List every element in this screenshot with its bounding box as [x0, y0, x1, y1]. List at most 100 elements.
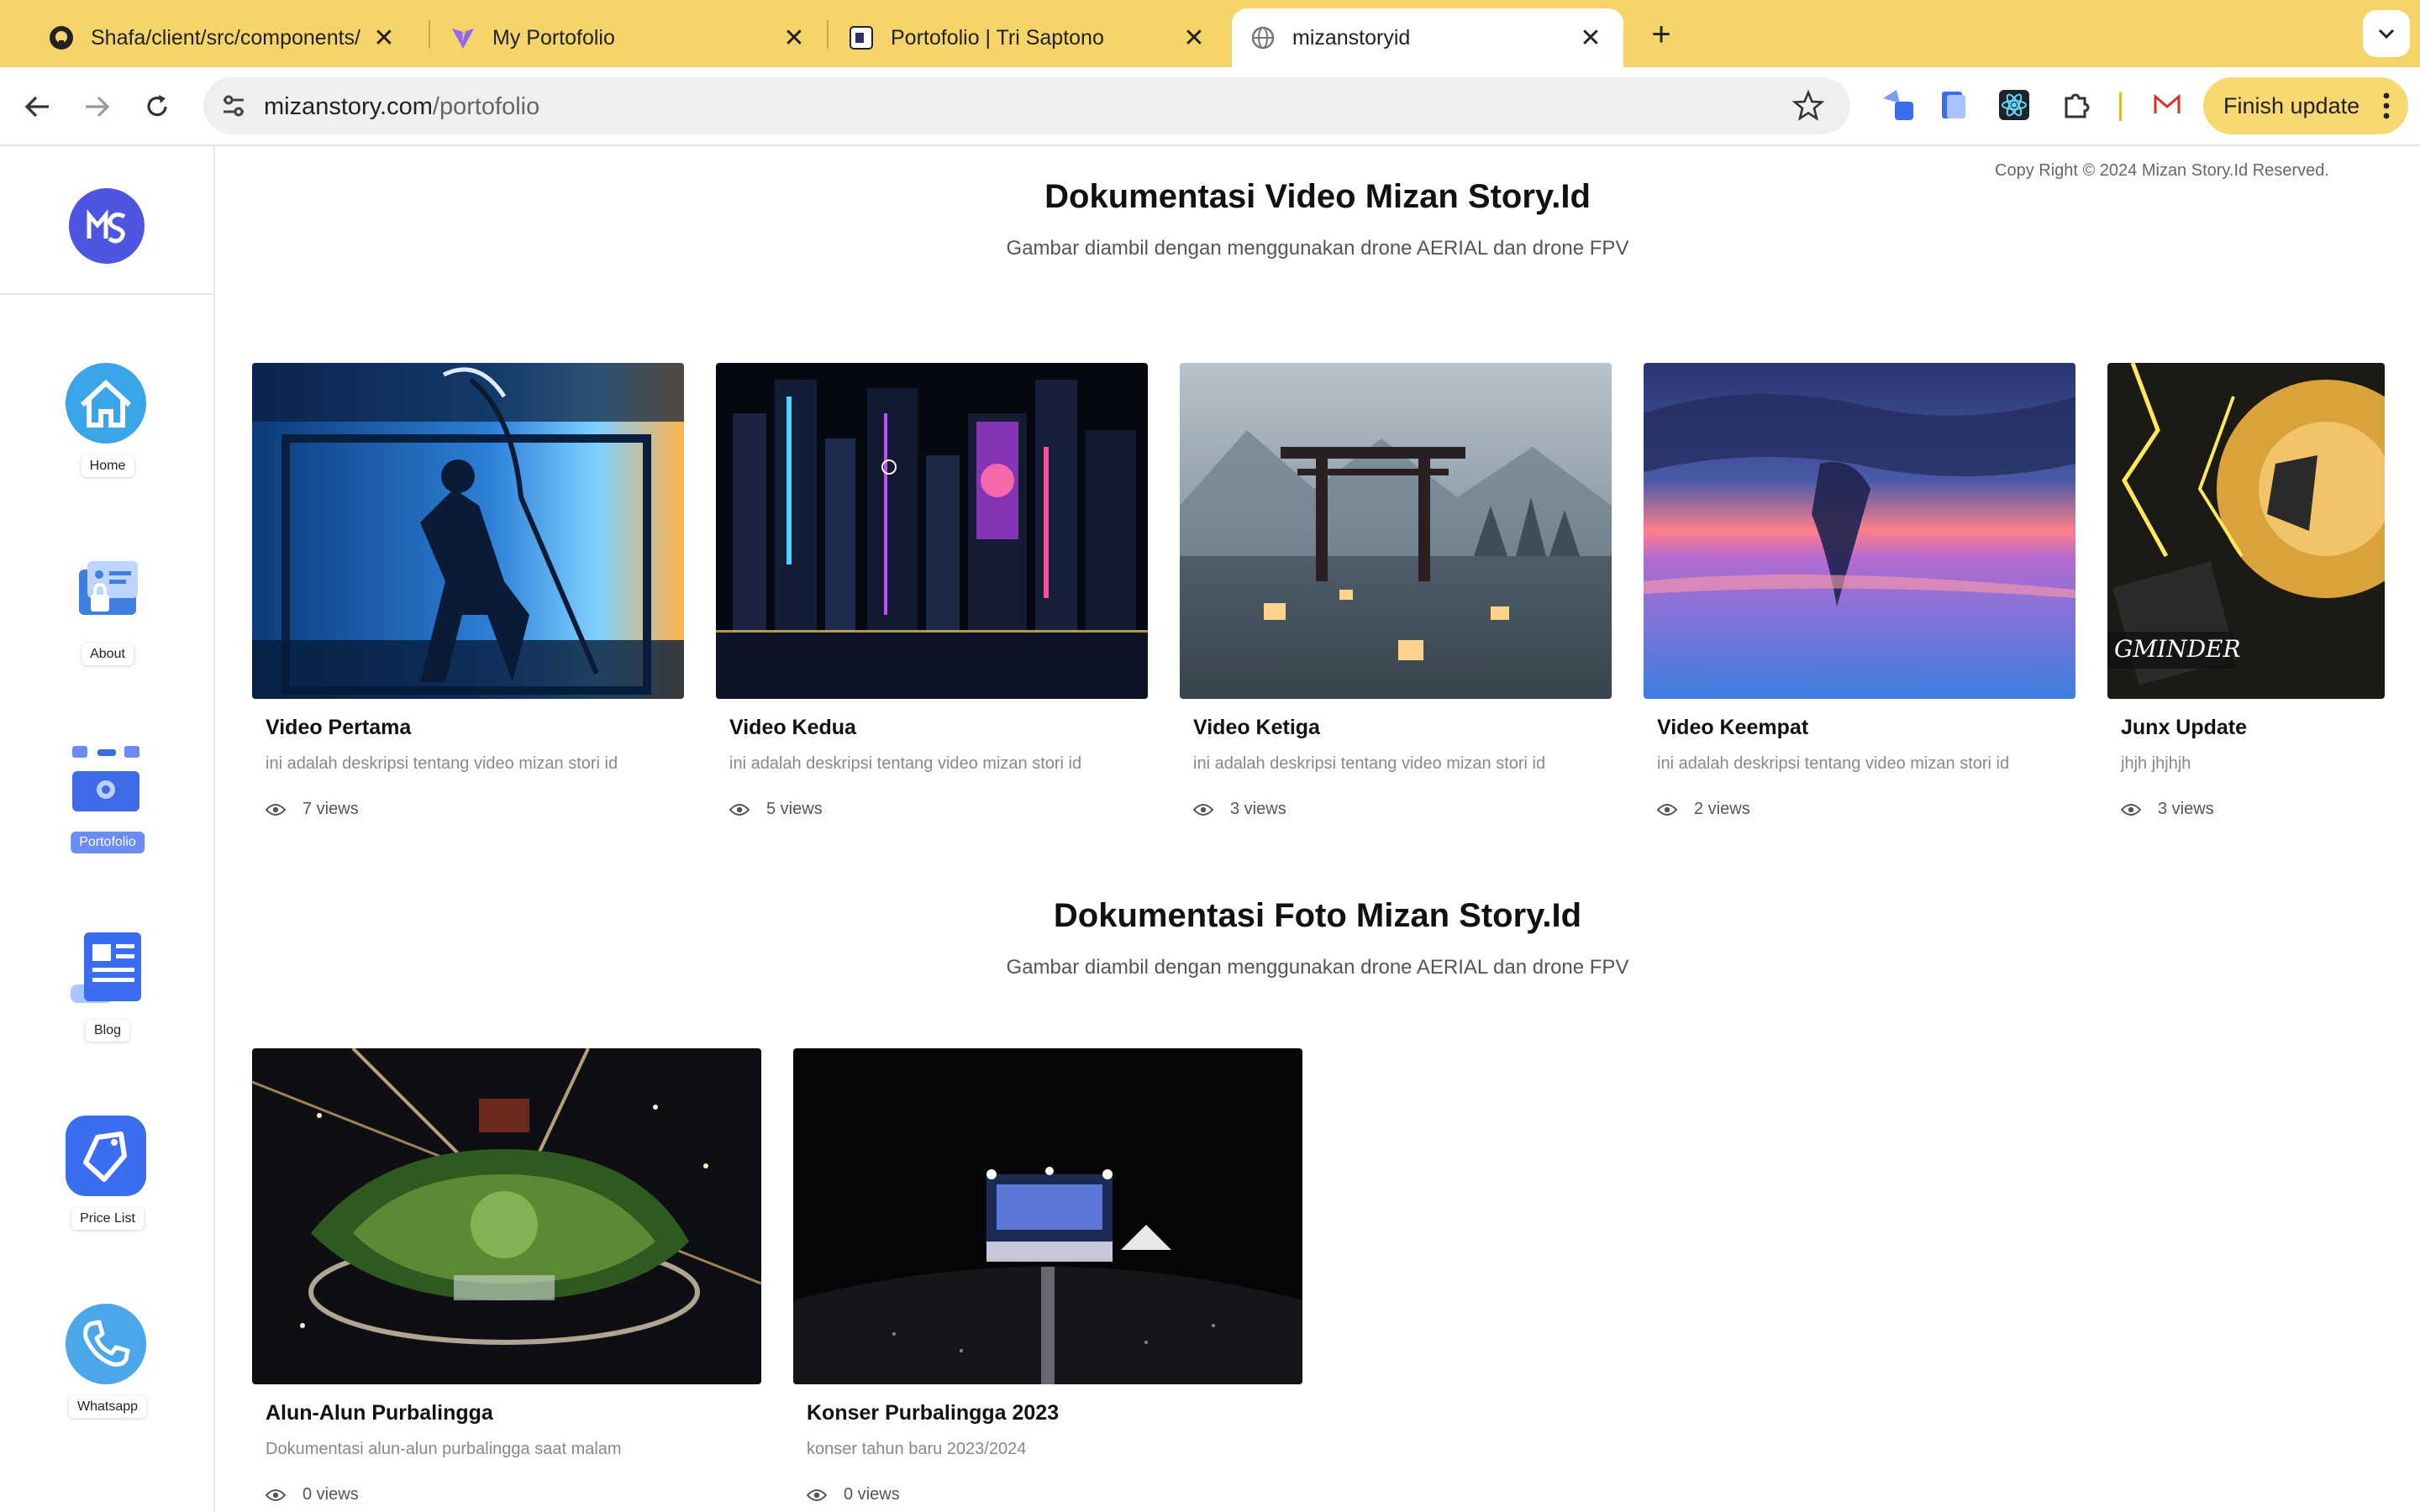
page-icon	[849, 25, 874, 50]
views-count: 5 views	[766, 800, 823, 818]
finish-update-label: Finish update	[2223, 92, 2360, 118]
bookmark-star-icon[interactable]	[1791, 89, 1825, 123]
phone-icon	[66, 1304, 146, 1384]
sidebar-item-portofolio[interactable]: Portofolio	[0, 738, 215, 880]
arrow-left-icon	[24, 96, 49, 118]
video-thumbnail-image	[252, 363, 684, 699]
video-card-views: 3 views	[2121, 800, 2214, 819]
photo-thumbnail[interactable]	[252, 1048, 761, 1384]
sidebar-item-home[interactable]: Home	[0, 361, 215, 504]
photo-card-title[interactable]: Konser Purbalingga 2023	[807, 1401, 1059, 1425]
video-card-views: 2 views	[1657, 800, 1750, 819]
video-card[interactable]: Video Ketiga ini adalah deskripsi tentan…	[1180, 363, 1612, 833]
tab-search-button[interactable]	[2363, 10, 2410, 57]
eye-icon	[1657, 803, 1677, 816]
video-card-title[interactable]: Video Ketiga	[1193, 716, 1320, 740]
tab-title: Portofolio | Tri Saptono	[891, 25, 1104, 50]
views-count: 0 views	[302, 1485, 359, 1504]
eye-icon	[266, 1488, 286, 1501]
finish-update-button[interactable]: Finish update	[2203, 77, 2408, 134]
video-card[interactable]: GMINDER Junx Update jhjh jhjhjh 3 views	[2107, 363, 2385, 833]
sidebar-item-blog[interactable]: Blog	[0, 926, 215, 1068]
eye-icon	[1193, 803, 1213, 816]
sidebar-item-whatsapp[interactable]: Whatsapp	[0, 1302, 215, 1445]
toolbar-divider	[2119, 92, 2122, 121]
github-icon	[49, 25, 74, 50]
video-card-title[interactable]: Video Kedua	[729, 716, 856, 740]
video-card-views: 7 views	[266, 800, 359, 819]
mizan-story-logo[interactable]	[69, 188, 145, 264]
photo-card-description: konser tahun baru 2023/2024	[807, 1440, 1027, 1458]
video-card[interactable]: Video Keempat ini adalah deskripsi tenta…	[1644, 363, 2075, 833]
photo-card-title[interactable]: Alun-Alun Purbalingga	[266, 1401, 493, 1425]
portfolio-icon	[72, 746, 139, 811]
svg-text:GMINDER: GMINDER	[2114, 635, 2241, 663]
views-count: 2 views	[1694, 800, 1750, 818]
close-icon[interactable]: ✕	[1180, 24, 1208, 53]
video-thumbnail-image	[716, 363, 1148, 699]
tab-my-portofolio[interactable]: My Portofolio ✕	[432, 8, 827, 67]
photo-card[interactable]: Konser Purbalingga 2023 konser tahun bar…	[793, 1048, 1302, 1512]
video-card-title[interactable]: Junx Update	[2121, 716, 2247, 740]
views-count: 0 views	[844, 1485, 900, 1504]
sidebar-nav: Home About Portofolio Blog Price List Wh…	[0, 146, 215, 1512]
eye-icon	[2121, 803, 2141, 816]
photo-card[interactable]: Alun-Alun Purbalingga Dokumentasi alun-a…	[252, 1048, 761, 1512]
extensions-menu-button[interactable]	[2057, 86, 2096, 124]
close-icon[interactable]: ✕	[370, 24, 398, 53]
close-icon[interactable]: ✕	[1576, 24, 1605, 53]
extension-button[interactable]	[1879, 86, 1918, 124]
tab-github[interactable]: Shafa/client/src/components/ ✕	[30, 8, 417, 67]
video-card[interactable]: Video Pertama ini adalah deskripsi tenta…	[252, 363, 684, 833]
url-path: /portofolio	[432, 93, 540, 120]
video-card-title[interactable]: Video Pertama	[266, 716, 411, 740]
more-vert-icon	[2383, 92, 2390, 119]
home-icon	[66, 363, 146, 444]
tab-title: My Portofolio	[492, 25, 615, 50]
photo-section-subtitle: Gambar diambil dengan menggunakan drone …	[1006, 956, 1629, 979]
tab-mizanstoryid[interactable]: mizanstoryid ✕	[1232, 8, 1623, 67]
reload-icon	[147, 95, 167, 117]
video-thumbnail[interactable]	[716, 363, 1148, 699]
extension-button[interactable]	[2148, 86, 2186, 124]
views-count: 3 views	[1230, 800, 1286, 818]
video-card-views: 5 views	[729, 800, 823, 819]
video-card-description: ini adalah deskripsi tentang video mizan…	[1657, 754, 2010, 773]
sidebar-item-label: Price List	[71, 1208, 144, 1230]
reload-button[interactable]	[136, 86, 178, 128]
photo-thumbnail-image	[252, 1048, 761, 1384]
tab-tri-saptono[interactable]: Portofolio | Tri Saptono ✕	[830, 8, 1227, 67]
video-thumbnail[interactable]	[252, 363, 684, 699]
address-bar[interactable]: mizanstory.com/portofolio	[203, 77, 1850, 134]
chevron-down-icon	[2378, 29, 2395, 39]
sidebar-item-label: Whatsapp	[68, 1396, 147, 1418]
video-thumbnail-image: GMINDER	[2107, 363, 2385, 699]
video-card-title[interactable]: Video Keempat	[1657, 716, 1808, 740]
video-thumbnail[interactable]	[1644, 363, 2075, 699]
blog-icon	[71, 932, 141, 1003]
site-settings-icon[interactable]	[218, 91, 249, 121]
video-thumbnail[interactable]: GMINDER	[2107, 363, 2385, 699]
extension-button[interactable]	[1934, 86, 1973, 124]
photo-thumbnail[interactable]	[793, 1048, 1302, 1384]
sidebar-item-price-list[interactable]: Price List	[0, 1114, 215, 1257]
video-card[interactable]: Video Kedua ini adalah deskripsi tentang…	[716, 363, 1148, 833]
video-thumbnail[interactable]	[1180, 363, 1612, 699]
video-card-description: ini adalah deskripsi tentang video mizan…	[1193, 754, 1546, 773]
react-devtools-icon	[1999, 90, 2029, 120]
back-button[interactable]	[17, 86, 59, 128]
gmail-extension-icon	[2154, 93, 2181, 113]
new-tab-button[interactable]: +	[1640, 13, 1682, 55]
vite-icon	[450, 25, 476, 50]
photo-card-views: 0 views	[807, 1485, 900, 1504]
sidebar-item-about[interactable]: About	[0, 549, 215, 692]
browser-toolbar: mizanstory.com/portofolio Finish update	[0, 67, 2420, 146]
eye-icon	[807, 1488, 827, 1501]
close-icon[interactable]: ✕	[780, 24, 808, 53]
sidebar-item-label: Home	[81, 455, 134, 477]
views-count: 3 views	[2158, 800, 2214, 818]
forward-button[interactable]	[76, 86, 118, 128]
extension-button[interactable]	[1995, 86, 2033, 124]
extension-chat-icon	[1883, 90, 1913, 120]
content-viewport: Video Pertama ini adalah deskripsi tenta…	[217, 148, 2385, 1512]
